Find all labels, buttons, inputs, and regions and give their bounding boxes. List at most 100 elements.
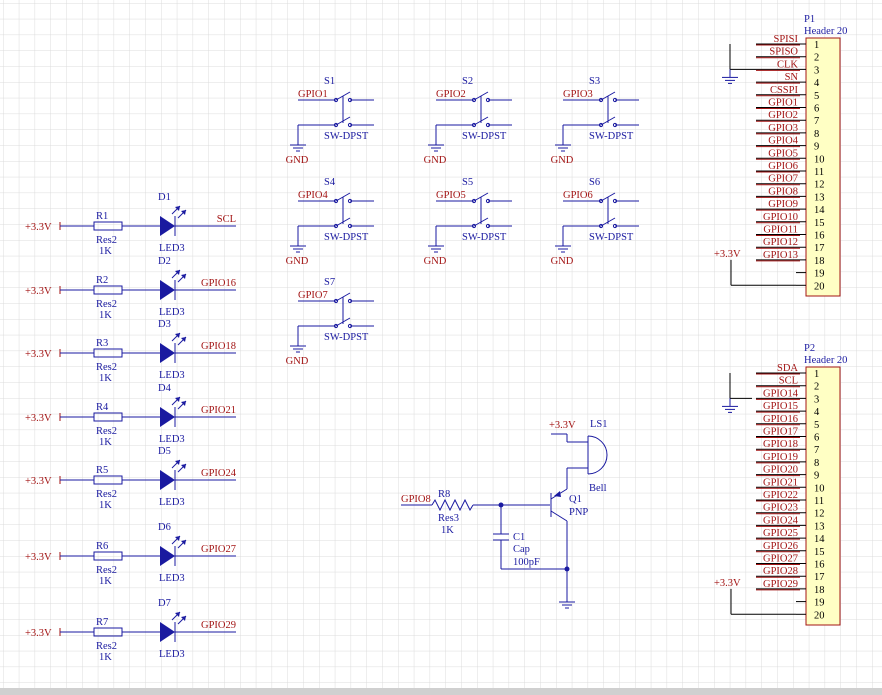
switch-ref: S7 bbox=[324, 277, 335, 288]
header-pin-number: 11 bbox=[814, 496, 824, 507]
header-pin-number: 16 bbox=[814, 231, 825, 242]
header-pin-number: 19 bbox=[814, 598, 825, 609]
resistor-type: Res2 bbox=[96, 489, 117, 500]
header-net-label: GPIO23 bbox=[763, 503, 798, 514]
header-pin-number: 20 bbox=[814, 610, 825, 621]
net-label: GPIO27 bbox=[201, 544, 236, 555]
header-net-label: SDA bbox=[777, 363, 798, 374]
vcc-label: +3.3V bbox=[25, 286, 52, 297]
header-net-label: GPIO1 bbox=[768, 98, 798, 109]
resistor-ref: R5 bbox=[96, 465, 108, 476]
header-pin-number: 1 bbox=[814, 369, 819, 380]
resistor-type: Res2 bbox=[96, 426, 117, 437]
header-net-label: GPIO6 bbox=[768, 161, 798, 172]
header-type: Header 20 bbox=[804, 26, 847, 37]
resistor-value: 1K bbox=[99, 576, 112, 587]
resistor-value: 1K bbox=[99, 437, 112, 448]
resistor-value: 1K bbox=[99, 310, 112, 321]
header-pin-number: 12 bbox=[814, 509, 825, 520]
header-net-label: GPIO18 bbox=[763, 439, 798, 450]
bell-ref: LS1 bbox=[590, 419, 608, 430]
header-net-label: GPIO26 bbox=[763, 541, 798, 552]
vcc-label: +3.3V bbox=[25, 222, 52, 233]
header-net-label: GPIO27 bbox=[763, 554, 798, 565]
header-net-label: GPIO24 bbox=[763, 515, 799, 526]
switch-ref: S5 bbox=[462, 177, 473, 188]
header-net-label: GPIO19 bbox=[763, 452, 798, 463]
net-label: GPIO24 bbox=[201, 468, 237, 479]
led-ref: D6 bbox=[158, 522, 171, 533]
header-pin-number: 9 bbox=[814, 142, 819, 153]
header-pin-number: 14 bbox=[814, 534, 825, 545]
resistor-value: 1K bbox=[441, 525, 454, 536]
header-net-label: GPIO28 bbox=[763, 566, 798, 577]
led-ref: D4 bbox=[158, 383, 172, 394]
header-type: Header 20 bbox=[804, 355, 847, 366]
header-pin-number: 8 bbox=[814, 129, 819, 140]
header-net-label: SPISI bbox=[773, 34, 798, 45]
switch-net-label: GPIO5 bbox=[436, 190, 466, 201]
header-pin-number: 11 bbox=[814, 167, 824, 178]
ground-label: GND bbox=[551, 155, 574, 166]
capacitor-value: 100pF bbox=[513, 557, 540, 568]
switch-ref: S6 bbox=[589, 177, 600, 188]
header-pin-number: 10 bbox=[814, 154, 825, 165]
ground-label: GND bbox=[551, 256, 574, 267]
resistor-type: Res2 bbox=[96, 299, 117, 310]
header-net-label: GPIO9 bbox=[768, 199, 798, 210]
switch-ref: S1 bbox=[324, 76, 335, 87]
header-pin-number: 13 bbox=[814, 192, 825, 203]
resistor-ref: R6 bbox=[96, 541, 108, 552]
header-pin-number: 14 bbox=[814, 205, 825, 216]
led-ref: D5 bbox=[158, 446, 171, 457]
header-pin-number: 16 bbox=[814, 560, 825, 571]
switch-type: SW-DPST bbox=[589, 232, 634, 243]
bottom-scrollbar[interactable] bbox=[0, 688, 882, 695]
header-vcc-label: +3.3V bbox=[714, 249, 741, 260]
header-net-label: GPIO21 bbox=[763, 477, 798, 488]
resistor-ref: R7 bbox=[96, 617, 108, 628]
header-net-label: GPIO11 bbox=[763, 225, 798, 236]
header-pin-number: 2 bbox=[814, 382, 819, 393]
vcc-label: +3.3V bbox=[25, 413, 52, 424]
header-net-label: GPIO22 bbox=[763, 490, 798, 501]
header-net-label: GPIO13 bbox=[763, 250, 798, 261]
switch-ref: S3 bbox=[589, 76, 600, 87]
header-pin-number: 17 bbox=[814, 572, 825, 583]
header-net-label: GPIO16 bbox=[763, 414, 798, 425]
resistor-type: Res3 bbox=[438, 513, 459, 524]
header-net-label: CSSPI bbox=[770, 85, 799, 96]
led-type: LED3 bbox=[159, 370, 185, 381]
net-label: GPIO21 bbox=[201, 405, 236, 416]
led-ref: D7 bbox=[158, 598, 171, 609]
resistor-type: Res2 bbox=[96, 641, 117, 652]
header-pin-number: 19 bbox=[814, 269, 825, 280]
header-pin-number: 4 bbox=[814, 407, 820, 418]
vcc-label: +3.3V bbox=[549, 420, 576, 431]
switch-type: SW-DPST bbox=[462, 131, 507, 142]
net-label: GPIO16 bbox=[201, 278, 236, 289]
resistor-ref: R1 bbox=[96, 211, 108, 222]
header-net-label: GPIO10 bbox=[763, 212, 798, 223]
led-type: LED3 bbox=[159, 497, 185, 508]
ground-label: GND bbox=[286, 256, 309, 267]
led-type: LED3 bbox=[159, 649, 185, 660]
header-net-label: GPIO15 bbox=[763, 401, 798, 412]
transistor-type: PNP bbox=[569, 507, 588, 518]
header-pin-number: 13 bbox=[814, 521, 825, 532]
switch-net-label: GPIO2 bbox=[436, 89, 466, 100]
resistor-ref: R4 bbox=[96, 402, 109, 413]
resistor-ref: R2 bbox=[96, 275, 108, 286]
header-net-label: SCL bbox=[779, 376, 798, 387]
header-net-label: GPIO14 bbox=[763, 388, 799, 399]
header-net-label: GPIO7 bbox=[768, 174, 798, 185]
resistor-value: 1K bbox=[99, 373, 112, 384]
header-pin-number: 7 bbox=[814, 116, 819, 127]
bell-type: Bell bbox=[589, 483, 607, 494]
switch-ref: S2 bbox=[462, 76, 473, 87]
led-ref: D2 bbox=[158, 256, 171, 267]
header-pin-number: 1 bbox=[814, 40, 819, 51]
header-net-label: GPIO29 bbox=[763, 579, 798, 590]
led-type: LED3 bbox=[159, 307, 185, 318]
header-net-label: GPIO5 bbox=[768, 148, 798, 159]
